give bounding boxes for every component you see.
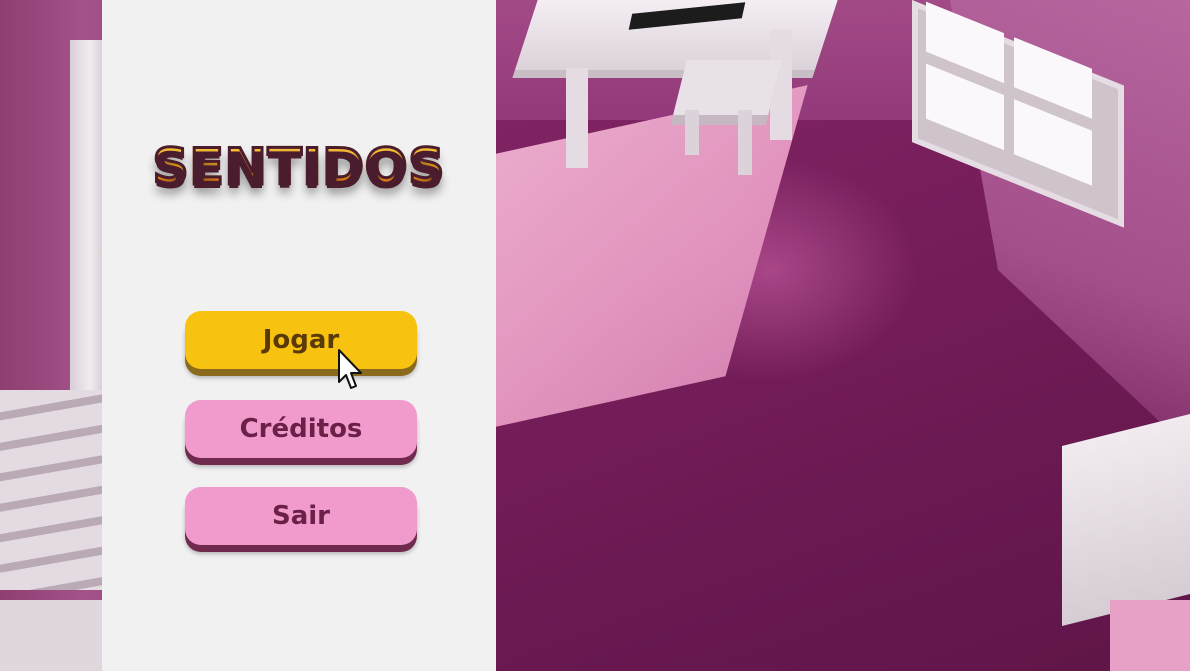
exit-button[interactable]: Sair	[185, 487, 417, 545]
exit-button-label: Sair	[271, 501, 330, 531]
stool	[673, 60, 782, 115]
credits-button[interactable]: Créditos	[185, 400, 417, 458]
furniture-box	[1062, 414, 1190, 626]
rug-corner	[1110, 600, 1190, 671]
game-logo: SENTIDOS	[102, 137, 496, 198]
main-menu-panel: SENTIDOS Jogar Créditos Sair	[102, 0, 496, 671]
play-button-label: Jogar	[262, 325, 340, 355]
play-button[interactable]: Jogar	[185, 311, 417, 369]
stool-leg	[685, 110, 699, 155]
stairs	[0, 390, 110, 590]
credits-button-label: Créditos	[239, 414, 363, 444]
stool-leg	[738, 110, 752, 175]
desk-leg	[566, 68, 588, 168]
floor-corner	[0, 600, 110, 671]
game-logo-text: SENTIDOS	[151, 137, 446, 198]
